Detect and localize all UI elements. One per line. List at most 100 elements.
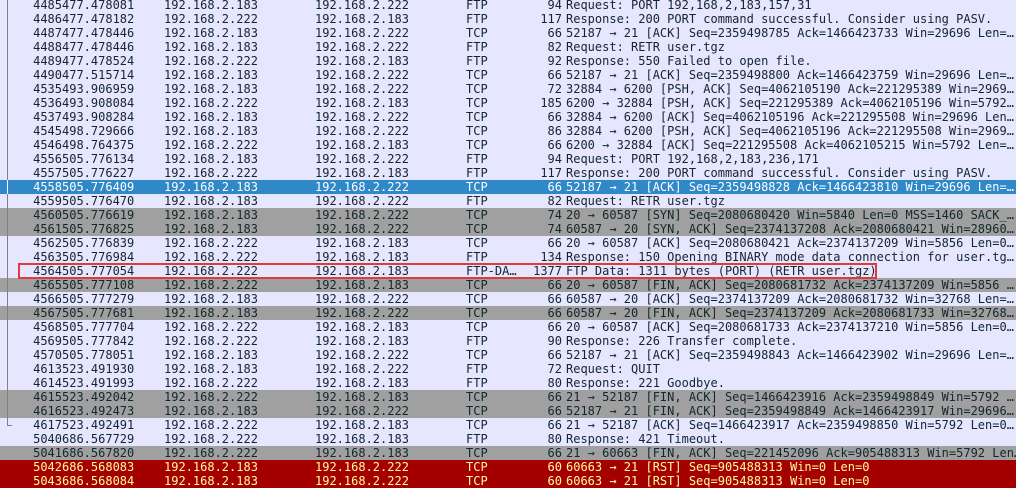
packet-time: 477.478524 bbox=[62, 54, 135, 68]
packet-protocol: TCP bbox=[466, 404, 488, 418]
packet-info: 6200 → 32884 [PSH, ACK] Seq=221295389 Ac… bbox=[566, 96, 1014, 110]
packet-row[interactable]: 4490 477.515714 192.168.2.183 192.168.2.222… bbox=[0, 68, 1016, 82]
packet-number: 4556 bbox=[33, 152, 62, 166]
packet-protocol: TCP bbox=[466, 26, 488, 40]
conversation-tree-line bbox=[0, 362, 14, 376]
packet-row[interactable]: 4556 505.776134 192.168.2.183 192.168.2.222… bbox=[0, 152, 1016, 166]
conversation-tree-line bbox=[0, 376, 14, 390]
packet-row[interactable]: 4485 477.478081 192.168.2.183 192.168.2.222… bbox=[0, 0, 1016, 12]
packet-number: 4565 bbox=[33, 278, 62, 292]
packet-row[interactable]: 4536 493.908084 192.168.2.222 192.168.2.183… bbox=[0, 96, 1016, 110]
packet-time: 498.764375 bbox=[62, 138, 135, 152]
packet-row[interactable]: 4559 505.776470 192.168.2.183 192.168.2.222… bbox=[0, 194, 1016, 208]
packet-info: 21 → 52187 [ACK] Seq=1466423917 Ack=2359… bbox=[566, 418, 1014, 432]
packet-length: 185 bbox=[540, 96, 562, 110]
packet-time: 493.908284 bbox=[62, 110, 135, 124]
packet-row[interactable]: 4616 523.492473 192.168.2.183 192.168.2.222… bbox=[0, 404, 1016, 418]
packet-source: 192.168.2.222 bbox=[164, 446, 258, 460]
packet-row[interactable]: 4565 505.777108 192.168.2.222 192.168.2.183… bbox=[0, 278, 1016, 292]
packet-row[interactable]: 5041 686.567820 192.168.2.222 192.168.2.183… bbox=[0, 446, 1016, 460]
packet-number: 5041 bbox=[33, 446, 62, 460]
packet-info: 52187 → 21 [ACK] Seq=2359498843 Ack=1466… bbox=[566, 348, 1014, 362]
packet-time: 493.908084 bbox=[62, 96, 135, 110]
conversation-tree-line bbox=[0, 180, 14, 194]
packet-source: 192.168.2.183 bbox=[164, 26, 258, 40]
packet-protocol: TCP bbox=[466, 292, 488, 306]
packet-protocol: TCP bbox=[466, 222, 488, 236]
conversation-tree-line bbox=[0, 418, 14, 432]
packet-row[interactable]: 4569 505.777842 192.168.2.222 192.168.2.183… bbox=[0, 334, 1016, 348]
packet-protocol: FTP bbox=[466, 0, 488, 12]
packet-number: 4613 bbox=[33, 362, 62, 376]
packet-row[interactable]: 5040 686.567729 192.168.2.222 192.168.2.183… bbox=[0, 432, 1016, 446]
packet-source: 192.168.2.222 bbox=[164, 96, 258, 110]
packet-row[interactable]: 4546 498.764375 192.168.2.222 192.168.2.183… bbox=[0, 138, 1016, 152]
packet-row[interactable]: 4557 505.776227 192.168.2.222 192.168.2.183… bbox=[0, 166, 1016, 180]
packet-source: 192.168.2.222 bbox=[164, 264, 258, 278]
packet-row[interactable]: 4560 505.776619 192.168.2.183 192.168.2.222… bbox=[0, 208, 1016, 222]
packet-length: 66 bbox=[547, 26, 562, 40]
packet-protocol: FTP bbox=[466, 432, 488, 446]
packet-row[interactable]: 4487 477.478446 192.168.2.183 192.168.2.222… bbox=[0, 26, 1016, 40]
packet-time: 523.492473 bbox=[62, 404, 135, 418]
packet-row[interactable]: 4570 505.778051 192.168.2.183 192.168.2.222… bbox=[0, 348, 1016, 362]
packet-row[interactable]: 4537 493.908284 192.168.2.183 192.168.2.222… bbox=[0, 110, 1016, 124]
packet-protocol: TCP bbox=[466, 348, 488, 362]
packet-time: 477.478446 bbox=[62, 40, 135, 54]
packet-info: 52187 → 21 [ACK] Seq=2359498828 Ack=1466… bbox=[566, 180, 1014, 194]
packet-protocol: TCP bbox=[466, 278, 488, 292]
packet-number: 4485 bbox=[33, 0, 62, 12]
packet-row[interactable]: 4486 477.478182 192.168.2.222 192.168.2.183… bbox=[0, 12, 1016, 26]
packet-number: 4490 bbox=[33, 68, 62, 82]
packet-destination: 192.168.2.183 bbox=[315, 12, 409, 26]
packet-destination: 192.168.2.183 bbox=[315, 334, 409, 348]
packet-length: 117 bbox=[540, 166, 562, 180]
packet-source: 192.168.2.183 bbox=[164, 110, 258, 124]
packet-length: 66 bbox=[547, 110, 562, 124]
packet-time: 686.567820 bbox=[62, 446, 135, 460]
packet-row[interactable]: 4561 505.776825 192.168.2.183 192.168.2.222… bbox=[0, 222, 1016, 236]
packet-time: 505.777704 bbox=[62, 320, 135, 334]
packet-row[interactable]: 4489 477.478524 192.168.2.222 192.168.2.183… bbox=[0, 54, 1016, 68]
packet-row[interactable]: 4614 523.491993 192.168.2.222 192.168.2.183… bbox=[0, 376, 1016, 390]
packet-destination: 192.168.2.222 bbox=[315, 348, 409, 362]
packet-source: 192.168.2.183 bbox=[164, 348, 258, 362]
conversation-tree-line bbox=[0, 404, 14, 418]
packet-source: 192.168.2.222 bbox=[164, 138, 258, 152]
packet-list[interactable]: 4485 477.478081 192.168.2.183 192.168.2.222… bbox=[0, 0, 1016, 489]
packet-length: 66 bbox=[547, 236, 562, 250]
packet-length: 66 bbox=[547, 390, 562, 404]
packet-row[interactable]: 4558 505.776409 192.168.2.183 192.168.2.222… bbox=[0, 180, 1016, 194]
packet-row[interactable]: 4564 505.777054 192.168.2.222 192.168.2.183… bbox=[0, 264, 1016, 278]
packet-row[interactable]: 4568 505.777704 192.168.2.222 192.168.2.183… bbox=[0, 320, 1016, 334]
packet-number: 4559 bbox=[33, 194, 62, 208]
packet-row[interactable]: 4545 498.729666 192.168.2.183 192.168.2.222… bbox=[0, 124, 1016, 138]
packet-source: 192.168.2.222 bbox=[164, 278, 258, 292]
packet-row[interactable]: 4567 505.777681 192.168.2.183 192.168.2.222… bbox=[0, 306, 1016, 320]
packet-time: 505.778051 bbox=[62, 348, 135, 362]
packet-row[interactable]: 4563 505.776984 192.168.2.222 192.168.2.183… bbox=[0, 250, 1016, 264]
packet-row[interactable]: 4562 505.776839 192.168.2.222 192.168.2.183… bbox=[0, 236, 1016, 250]
packet-destination: 192.168.2.183 bbox=[315, 320, 409, 334]
packet-row[interactable]: 5042 686.568083 192.168.2.183 192.168.2.222… bbox=[0, 460, 1016, 474]
packet-row[interactable]: 5043 686.568084 192.168.2.183 192.168.2.222… bbox=[0, 474, 1016, 488]
packet-length: 117 bbox=[540, 12, 562, 26]
packet-protocol: TCP bbox=[466, 208, 488, 222]
packet-protocol: FTP-DA… bbox=[466, 264, 517, 278]
packet-protocol: TCP bbox=[466, 138, 488, 152]
packet-number: 4487 bbox=[33, 26, 62, 40]
packet-length: 66 bbox=[547, 446, 562, 460]
packet-row[interactable]: 4566 505.777279 192.168.2.183 192.168.2.222… bbox=[0, 292, 1016, 306]
packet-row[interactable]: 4488 477.478446 192.168.2.183 192.168.2.222… bbox=[0, 40, 1016, 54]
packet-source: 192.168.2.183 bbox=[164, 40, 258, 54]
packet-protocol: FTP bbox=[466, 194, 488, 208]
packet-length: 90 bbox=[547, 334, 562, 348]
conversation-tree-line bbox=[0, 208, 14, 222]
packet-source: 192.168.2.183 bbox=[164, 362, 258, 376]
packet-row[interactable]: 4535 493.906959 192.168.2.183 192.168.2.222… bbox=[0, 82, 1016, 96]
packet-row[interactable]: 4615 523.492042 192.168.2.222 192.168.2.183… bbox=[0, 390, 1016, 404]
packet-row[interactable]: 4617 523.492491 192.168.2.222 192.168.2.183… bbox=[0, 418, 1016, 432]
conversation-tree-line bbox=[0, 54, 14, 68]
packet-row[interactable]: 4613 523.491930 192.168.2.183 192.168.2.222… bbox=[0, 362, 1016, 376]
packet-destination: 192.168.2.222 bbox=[315, 180, 409, 194]
